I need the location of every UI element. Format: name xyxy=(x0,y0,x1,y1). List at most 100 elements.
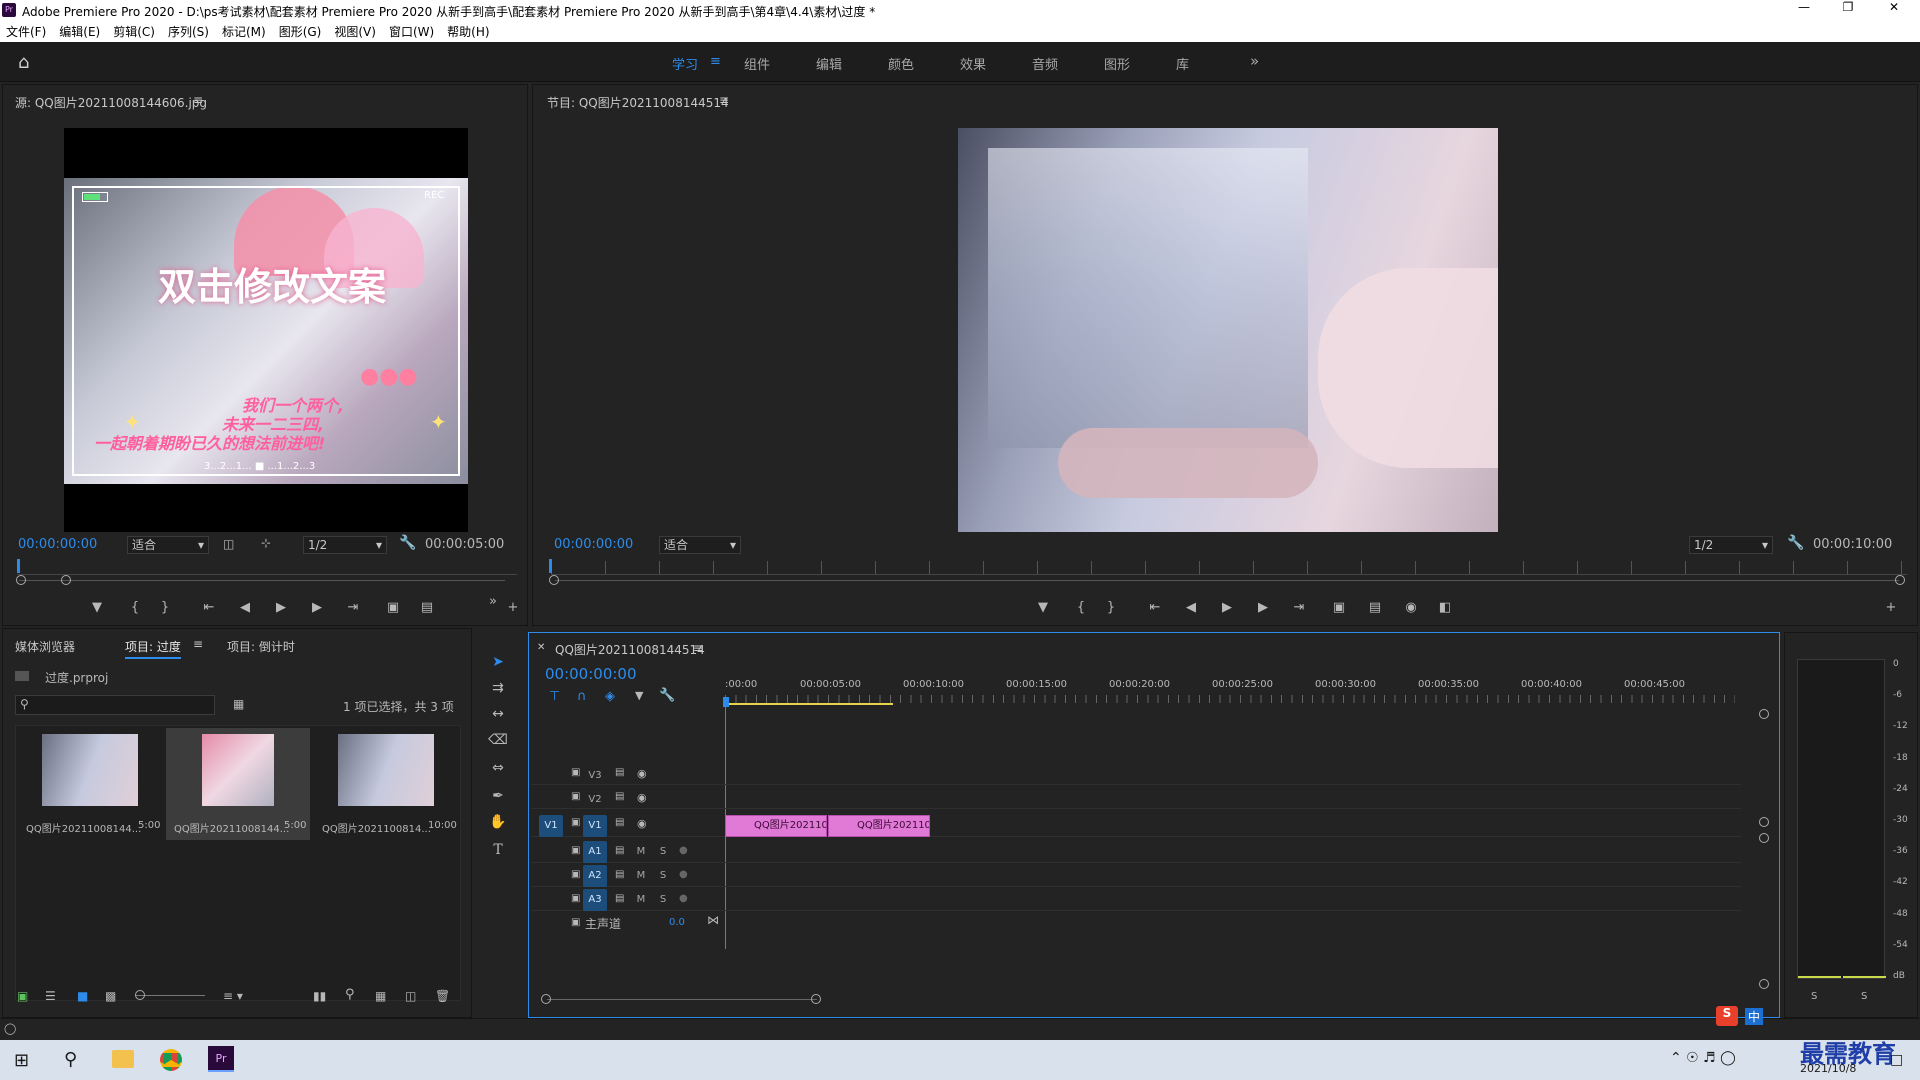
menu-sequence[interactable]: 序列(S) xyxy=(168,23,209,40)
zoom-slider-handle[interactable] xyxy=(135,990,145,1000)
notifications-icon[interactable]: □ xyxy=(1890,1052,1903,1068)
find-icon[interactable]: ⚲ xyxy=(345,987,355,1002)
panel-menu-icon[interactable]: ≡ xyxy=(719,93,729,107)
timeline-tab[interactable]: QQ图片20211008144514 xyxy=(555,641,705,658)
track-label-v2[interactable]: V2 xyxy=(583,791,607,809)
workspace-assembly[interactable]: 组件 xyxy=(744,54,770,73)
source-playhead[interactable] xyxy=(17,559,20,573)
lock-track-icon[interactable]: ▣ xyxy=(571,791,580,802)
windows-start-icon[interactable]: ⊞ xyxy=(14,1050,29,1071)
source-scrub-bar[interactable] xyxy=(17,561,517,575)
workspace-effects[interactable]: 效果 xyxy=(960,54,986,73)
sync-lock-icon[interactable]: ▤ xyxy=(615,817,624,828)
timeline-timecode[interactable]: 00:00:00:00 xyxy=(545,665,637,683)
close-icon[interactable]: ✕ xyxy=(1886,0,1902,14)
slip-tool-icon[interactable]: ⇔ xyxy=(488,758,508,778)
program-scrub-bar[interactable] xyxy=(551,561,1907,575)
close-tab-icon[interactable]: ✕ xyxy=(537,642,545,653)
tray-icons[interactable]: ⌃ ☉ ♬ ◯ xyxy=(1670,1050,1736,1066)
timeline-settings-wrench-icon[interactable]: 🔧 xyxy=(659,688,675,703)
mute-button[interactable]: M xyxy=(633,843,649,861)
sync-lock-icon[interactable]: ▤ xyxy=(615,869,624,880)
timeline-playhead-head[interactable] xyxy=(723,697,729,707)
more-controls-icon[interactable]: » xyxy=(483,593,503,611)
menu-marker[interactable]: 标记(M) xyxy=(222,23,266,40)
source-timecode[interactable]: 00:00:00:00 xyxy=(18,537,97,552)
voiceover-mic-icon[interactable]: ● xyxy=(679,869,688,880)
source-monitor-title[interactable]: 源: QQ图片20211008144606.jpg xyxy=(15,94,207,111)
insert-clip-icon[interactable]: ▣ xyxy=(383,599,403,617)
ime-indicator[interactable]: 中 xyxy=(1745,1008,1764,1025)
zoom-handle-left[interactable] xyxy=(16,575,26,585)
lock-track-icon[interactable]: ▣ xyxy=(571,893,580,904)
ripple-edit-tool-icon[interactable]: ↔ xyxy=(488,704,508,724)
project-search-input[interactable]: ⚲ xyxy=(15,695,215,715)
premiere-taskbar-icon[interactable]: Pr xyxy=(208,1046,234,1072)
sync-lock-icon[interactable]: ▤ xyxy=(615,767,624,778)
track-label-v1[interactable]: V1 xyxy=(583,815,607,837)
snap-icon[interactable]: ∩ xyxy=(577,689,587,704)
timeline-clip-1[interactable]: QQ图片2021100 xyxy=(725,815,827,837)
voiceover-mic-icon[interactable]: ● xyxy=(679,845,688,856)
tab-project-guodu[interactable]: 项目: 过度 xyxy=(125,638,181,659)
add-marker-icon[interactable]: ▼ xyxy=(635,689,643,702)
go-to-in-icon[interactable]: ⇤ xyxy=(199,599,219,617)
safe-margins-icon[interactable]: ◫ xyxy=(223,537,234,551)
mark-out-icon[interactable]: } xyxy=(155,599,175,617)
horizontal-scroll-handle-left[interactable] xyxy=(541,994,551,1004)
vertical-scroll-handle[interactable] xyxy=(1759,709,1769,719)
sogou-ime-icon[interactable]: S xyxy=(1716,1006,1738,1026)
sync-lock-icon[interactable]: ▤ xyxy=(615,791,624,802)
horizontal-scroll-handle-right[interactable] xyxy=(811,994,821,1004)
sync-lock-icon[interactable]: ▤ xyxy=(615,893,624,904)
workspace-editing[interactable]: 编辑 xyxy=(816,54,842,73)
list-view-icon[interactable]: ☰ xyxy=(45,989,56,1003)
menu-view[interactable]: 视图(V) xyxy=(334,23,376,40)
more-workspaces-icon[interactable]: » xyxy=(1250,52,1259,70)
automate-to-sequence-icon[interactable]: ▮▮ xyxy=(313,989,326,1003)
workspace-learn[interactable]: 学习 xyxy=(672,54,698,73)
project-item[interactable]: QQ图片20211008144... 5:00 xyxy=(18,728,162,840)
source-fit-dropdown[interactable]: 适合 ▾ xyxy=(127,536,209,554)
add-button-icon[interactable]: + xyxy=(503,599,523,617)
mute-button[interactable]: M xyxy=(633,867,649,885)
program-fit-dropdown[interactable]: 适合 ▾ xyxy=(659,536,741,554)
program-playhead[interactable] xyxy=(549,559,552,573)
panel-menu-icon[interactable]: ≡ xyxy=(193,93,203,107)
lock-track-icon[interactable]: ▣ xyxy=(571,869,580,880)
track-label-v3[interactable]: V3 xyxy=(583,767,607,785)
panel-menu-icon[interactable]: ≡ xyxy=(693,641,703,655)
master-volume-value[interactable]: 0.0 xyxy=(669,917,685,928)
menu-help[interactable]: 帮助(H) xyxy=(447,23,489,40)
lock-track-icon[interactable]: ▣ xyxy=(571,917,580,928)
track-label-a3[interactable]: A3 xyxy=(583,889,607,911)
sync-lock-icon[interactable]: ▤ xyxy=(615,845,624,856)
voiceover-mic-icon[interactable]: ● xyxy=(679,893,688,904)
lock-icon[interactable]: ▣ xyxy=(17,989,28,1003)
step-forward-icon[interactable]: ▶ xyxy=(307,599,327,617)
maximize-icon[interactable]: ❐ xyxy=(1840,0,1856,14)
home-icon[interactable]: ⌂ xyxy=(18,52,29,73)
step-back-icon[interactable]: ◀ xyxy=(1181,599,1201,617)
go-to-out-icon[interactable]: ⇥ xyxy=(343,599,363,617)
program-resolution-dropdown[interactable]: 1/2 ▾ xyxy=(1689,536,1773,554)
workspace-libraries[interactable]: 库 xyxy=(1176,54,1189,73)
nest-icon[interactable]: ⊤ xyxy=(549,689,560,704)
selection-tool-icon[interactable]: ➤ xyxy=(488,652,508,672)
source-zoom-bar[interactable] xyxy=(19,580,505,581)
file-explorer-icon[interactable] xyxy=(112,1050,134,1068)
go-to-in-icon[interactable]: ⇤ xyxy=(1145,599,1165,617)
icon-view-icon[interactable]: ■ xyxy=(77,989,88,1003)
time-ruler[interactable]: :00:00 00:00:05:00 00:00:10:00 00:00:15:00 0… xyxy=(725,673,1735,707)
track-label-a1[interactable]: A1 xyxy=(583,841,607,863)
chrome-icon[interactable] xyxy=(160,1049,182,1071)
workspace-graphics[interactable]: 图形 xyxy=(1104,54,1130,73)
toggle-output-eye-icon[interactable]: ◉ xyxy=(637,791,647,804)
new-bin-icon[interactable]: ▦ xyxy=(375,989,386,1003)
program-timecode[interactable]: 00:00:00:00 xyxy=(554,537,633,552)
mute-button[interactable]: M xyxy=(633,891,649,909)
settings-wrench-icon[interactable]: 🔧 xyxy=(399,535,416,551)
project-item-selected[interactable]: QQ图片20211008144... 5:00 xyxy=(166,728,310,840)
project-item[interactable]: QQ图片2021100814... 10:00 xyxy=(314,728,458,840)
mark-out-icon[interactable]: } xyxy=(1101,599,1121,617)
